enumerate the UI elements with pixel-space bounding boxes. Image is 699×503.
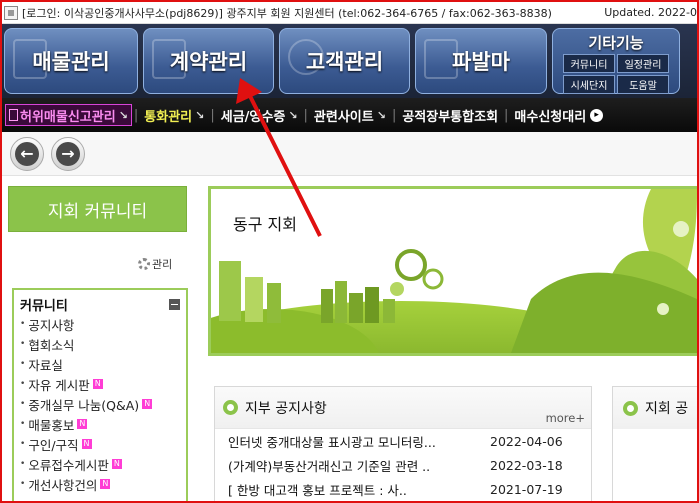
red-pointer-arrow	[236, 78, 322, 237]
